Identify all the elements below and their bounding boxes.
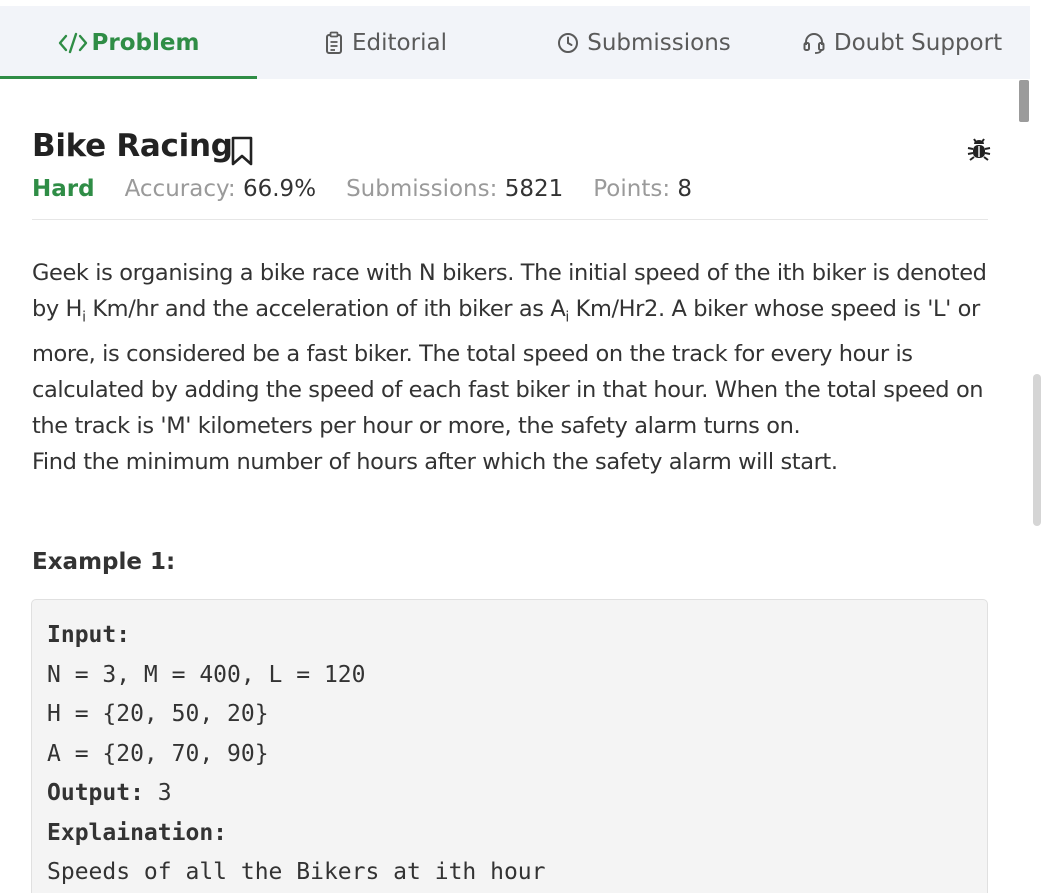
difficulty-badge: Hard: [32, 176, 95, 202]
description-task: Find the minimum number of hours after w…: [32, 448, 838, 475]
bug-icon[interactable]: [966, 136, 992, 166]
description-paragraph: Geek is organising a bike race with N bi…: [32, 255, 997, 444]
content-scrollbar-thumb[interactable]: [1019, 80, 1029, 122]
example-line: H = {20, 50, 20}: [47, 701, 269, 727]
points-stat: Points: 8: [593, 176, 692, 202]
problem-meta: Hard Accuracy: 66.9% Submissions: 5821 P…: [32, 172, 722, 206]
bookmark-icon[interactable]: [229, 136, 255, 170]
example-line: N = 3, M = 400, L = 120: [47, 661, 366, 688]
tab-doubt-support[interactable]: Doubt Support: [774, 6, 1030, 79]
submissions-stat: Submissions: 5821: [346, 176, 563, 202]
problem-description: Geek is organising a bike race with N bi…: [32, 255, 997, 480]
output-value: 3: [143, 780, 172, 806]
description-text: Km/hr and the acceleration of ith biker …: [85, 296, 566, 322]
submissions-label: Submissions:: [346, 176, 498, 202]
submissions-value: 5821: [504, 176, 564, 202]
example-code: Input: N = 3, M = 400, L = 120 H = {20, …: [47, 616, 546, 893]
accuracy-label: Accuracy:: [124, 176, 236, 202]
accuracy-value: 66.9%: [242, 176, 317, 202]
tab-submissions[interactable]: Submissions: [514, 6, 774, 79]
tab-problem-label: Problem: [91, 29, 200, 56]
problem-title: Bike Racing: [32, 128, 233, 164]
page-scrollbar-thumb[interactable]: [1033, 374, 1041, 526]
example-line: Speeds of all the Bikers at ith hour: [47, 859, 546, 885]
problem-tabs: Problem Editorial Submissions Doubt Supp…: [0, 6, 1030, 79]
tab-doubt-support-label: Doubt Support: [833, 29, 1003, 56]
tab-editorial-label: Editorial: [352, 29, 447, 56]
input-label: Input:: [47, 622, 131, 648]
output-label: Output:: [47, 780, 144, 806]
example-codebox: Input: N = 3, M = 400, L = 120 H = {20, …: [31, 599, 988, 893]
tab-submissions-label: Submissions: [587, 29, 731, 56]
active-tab-indicator: [0, 76, 257, 79]
document-icon: [324, 31, 344, 55]
example-line: A = {20, 70, 90}: [47, 740, 269, 767]
example-heading: Example 1:: [32, 549, 176, 575]
points-label: Points:: [593, 176, 671, 202]
points-value: 8: [677, 176, 693, 202]
code-icon: [58, 32, 88, 54]
clock-icon: [557, 32, 579, 54]
tab-problem[interactable]: Problem: [0, 6, 257, 79]
explanation-label: Explaination:: [47, 819, 228, 846]
headset-icon: [802, 31, 826, 55]
divider: [32, 219, 988, 220]
accuracy-stat: Accuracy: 66.9%: [125, 176, 316, 202]
tab-editorial[interactable]: Editorial: [257, 6, 514, 79]
